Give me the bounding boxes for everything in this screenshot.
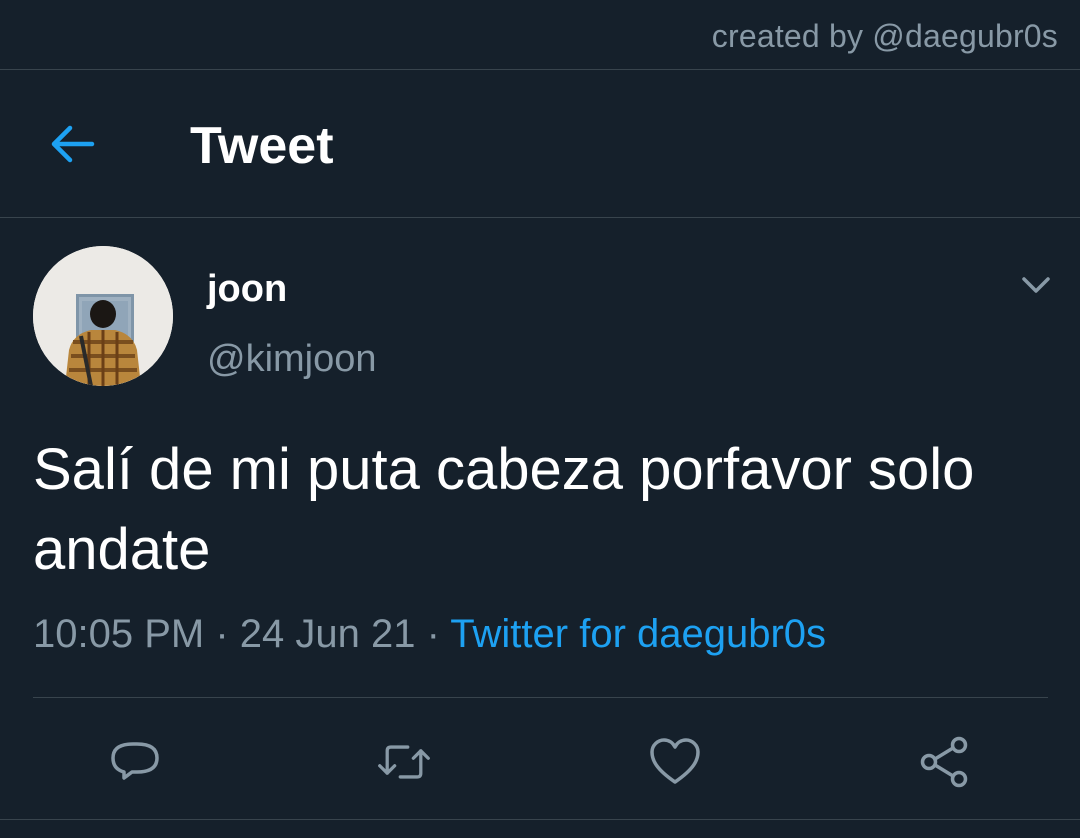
tweet-actions-bar [0, 698, 1080, 820]
tweet-metadata: 10:05 PM · 24 Jun 21 · Twitter for daegu… [33, 612, 826, 657]
reply-button[interactable] [107, 734, 163, 790]
credit-text: created by @daegubr0s [711, 18, 1058, 54]
heart-icon [650, 738, 700, 784]
share-icon [920, 736, 968, 788]
tweet-time: 10:05 PM [33, 612, 205, 656]
meta-separator: · [204, 612, 240, 656]
tweet-text: Salí de mi puta cabeza porfavor solo and… [33, 437, 975, 582]
meta-separator: · [415, 612, 451, 656]
credit-bar: created by @daegubr0s [0, 0, 1080, 70]
top-app-bar: Tweet [0, 70, 1080, 218]
tweet-options-button[interactable] [1016, 268, 1056, 302]
avatar[interactable] [33, 246, 173, 386]
page-title: Tweet [190, 117, 334, 175]
avatar-photo [33, 246, 173, 386]
share-button[interactable] [916, 734, 972, 790]
tweet-date: 24 Jun 21 [239, 612, 416, 656]
back-button[interactable] [44, 118, 100, 170]
retweet-icon [378, 745, 430, 779]
author-display-name[interactable]: joon [207, 268, 287, 311]
chevron-down-icon [1022, 277, 1050, 293]
tweet-source-link[interactable]: Twitter for daegubr0s [450, 612, 826, 656]
arrow-left-icon [51, 125, 95, 163]
reply-icon [111, 742, 159, 780]
retweet-button[interactable] [376, 734, 432, 790]
like-button[interactable] [647, 734, 703, 790]
author-handle[interactable]: @kimjoon [207, 338, 377, 381]
tweet-detail-screen: created by @daegubr0s Tweet joon @kimjoo… [0, 0, 1080, 838]
